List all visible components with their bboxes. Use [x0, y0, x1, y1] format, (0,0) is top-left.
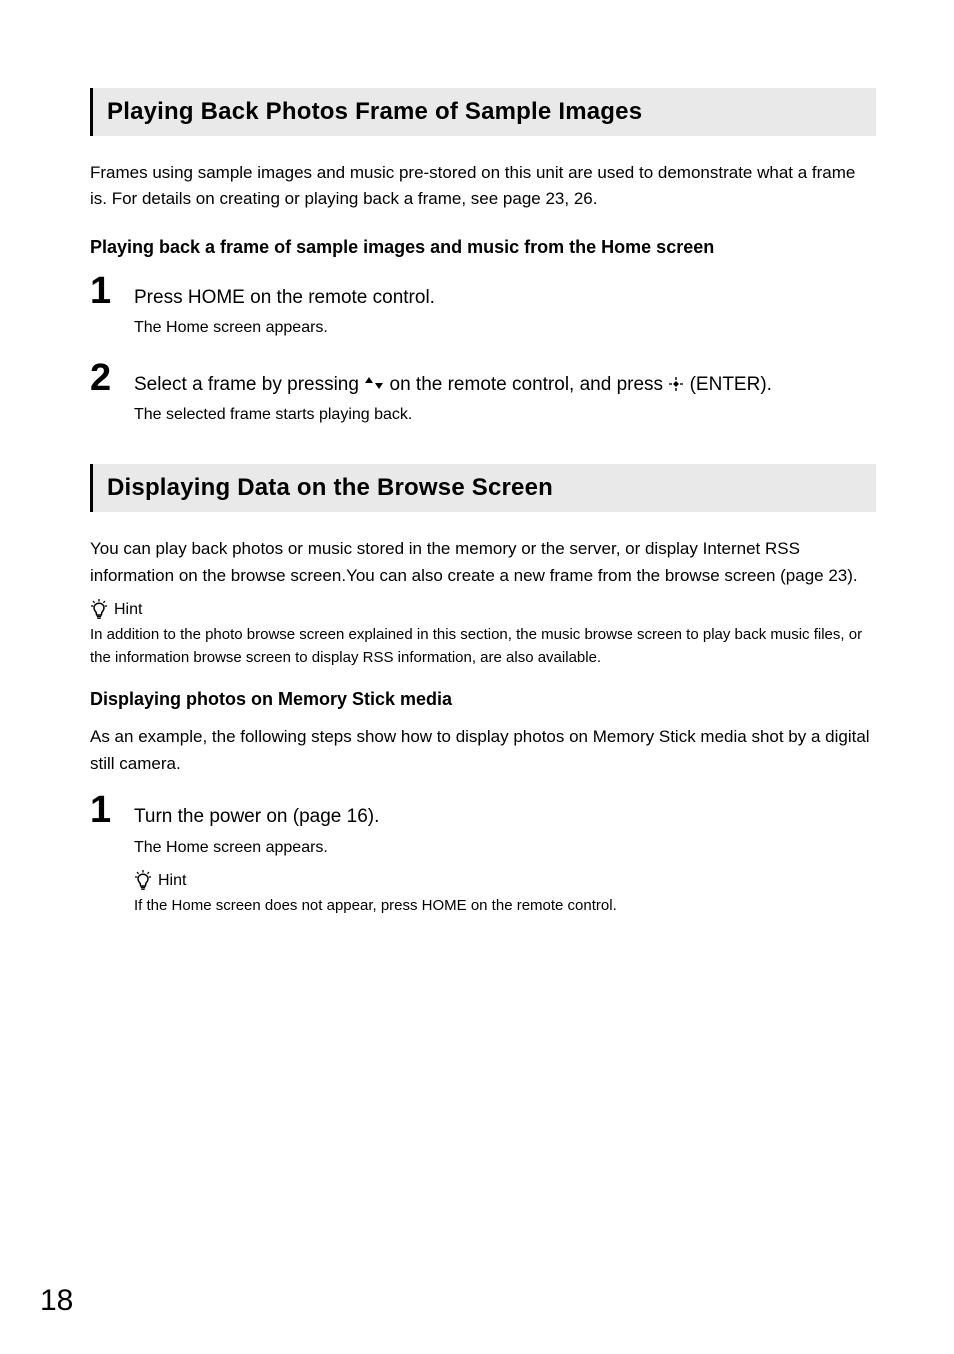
section-intro: Frames using sample images and music pre…	[90, 160, 876, 213]
document-page: Playing Back Photos Frame of Sample Imag…	[0, 0, 954, 1354]
lightbulb-icon	[134, 870, 152, 892]
step-row: 2 Select a frame by pressing on the remo…	[90, 359, 876, 400]
step-title: Select a frame by pressing on the remote…	[134, 371, 772, 400]
subsection-heading: Displaying photos on Memory Stick media	[90, 689, 876, 710]
hint-body: In addition to the photo browse screen e…	[90, 623, 876, 670]
up-down-arrow-icon	[364, 374, 384, 395]
step-title-mid: on the remote control, and press	[384, 374, 668, 395]
step-number: 1	[90, 791, 116, 829]
section-intro: You can play back photos or music stored…	[90, 536, 876, 589]
subsection-body: As an example, the following steps show …	[90, 724, 876, 777]
hint-header: Hint	[134, 870, 876, 892]
page-number: 18	[40, 1284, 73, 1318]
step-title-post: (ENTER).	[684, 374, 772, 395]
lightbulb-icon	[90, 599, 108, 621]
step-number: 1	[90, 272, 116, 310]
step-subtext: The Home screen appears.	[134, 836, 876, 861]
section-heading: Displaying Data on the Browse Screen	[107, 474, 862, 502]
hint-body: If the Home screen does not appear, pres…	[134, 894, 876, 917]
hint-header: Hint	[90, 599, 876, 621]
step-nested-hint: Hint If the Home screen does not appear,…	[90, 870, 876, 917]
step-subtext: The selected frame starts playing back.	[134, 403, 876, 428]
section-heading: Playing Back Photos Frame of Sample Imag…	[107, 98, 862, 126]
step-title: Press HOME on the remote control.	[134, 284, 435, 313]
section-heading-bar: Displaying Data on the Browse Screen	[90, 464, 876, 512]
step-row: 1 Press HOME on the remote control.	[90, 272, 876, 313]
hint-label: Hint	[158, 872, 186, 890]
step-number: 2	[90, 359, 116, 397]
section-heading-bar: Playing Back Photos Frame of Sample Imag…	[90, 88, 876, 136]
step-title: Turn the power on (page 16).	[134, 803, 379, 832]
hint-label: Hint	[114, 601, 142, 619]
step-title-pre: Select a frame by pressing	[134, 374, 364, 395]
step-row: 1 Turn the power on (page 16).	[90, 791, 876, 832]
step-subtext: The Home screen appears.	[134, 316, 876, 341]
subsection-heading: Playing back a frame of sample images an…	[90, 237, 876, 258]
enter-icon	[668, 374, 684, 395]
